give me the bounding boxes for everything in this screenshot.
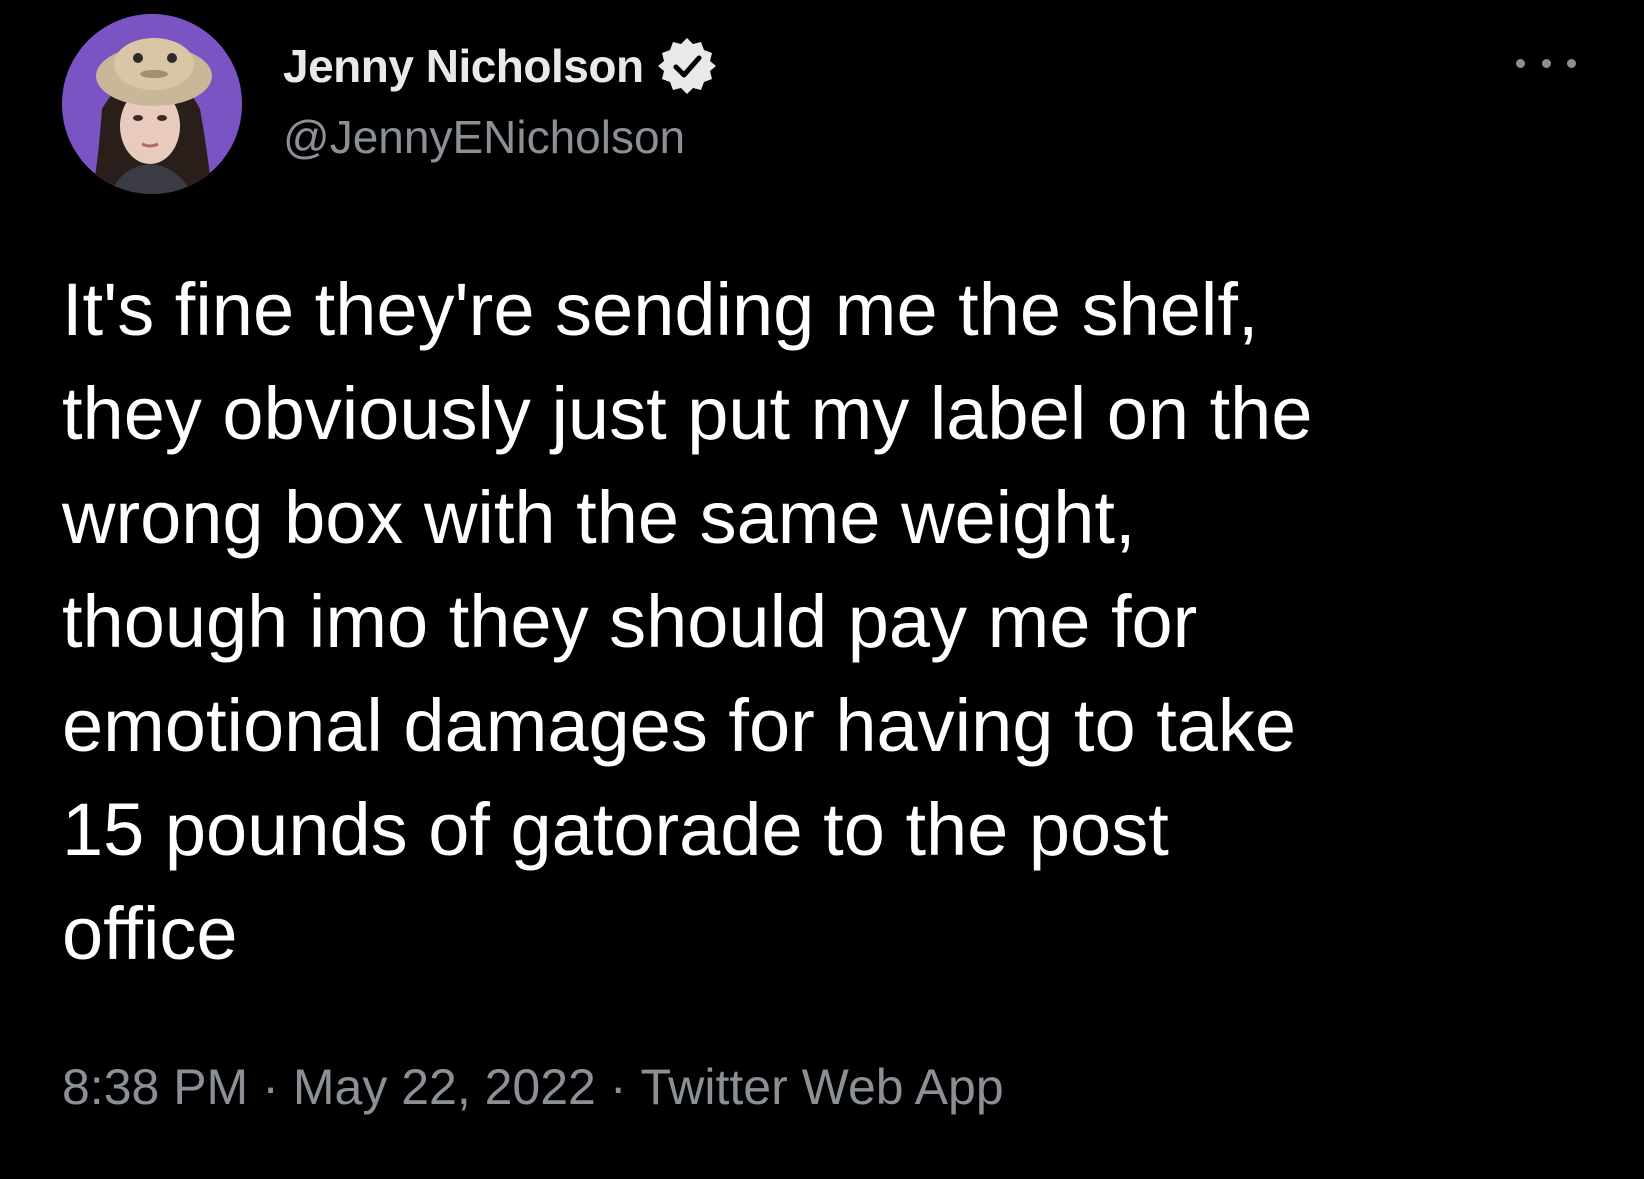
author-display-name[interactable]: Jenny Nicholson (283, 39, 644, 93)
more-options-icon[interactable] (1516, 48, 1576, 78)
verified-badge-icon (656, 35, 718, 97)
more-dot (1516, 58, 1525, 68)
avatar[interactable] (62, 14, 242, 194)
more-dot (1567, 58, 1576, 68)
tweet-source[interactable]: Twitter Web App (641, 1058, 1004, 1116)
author-handle[interactable]: @JennyENicholson (283, 110, 685, 164)
meta-separator: · (262, 1059, 279, 1115)
more-dot (1541, 58, 1551, 68)
tweet-time[interactable]: 8:38 PM (62, 1058, 248, 1116)
tweet-meta: 8:38 PM · May 22, 2022 · Twitter Web App (62, 1058, 1004, 1116)
tweet: Jenny Nicholson @JennyENicholson It's fi… (0, 0, 1644, 1179)
tweet-date[interactable]: May 22, 2022 (293, 1058, 596, 1116)
tweet-text: It's fine they're sending me the shelf, … (62, 268, 1313, 975)
author-name-row: Jenny Nicholson (283, 36, 718, 96)
meta-separator: · (609, 1059, 627, 1115)
avatar-image (62, 14, 242, 194)
